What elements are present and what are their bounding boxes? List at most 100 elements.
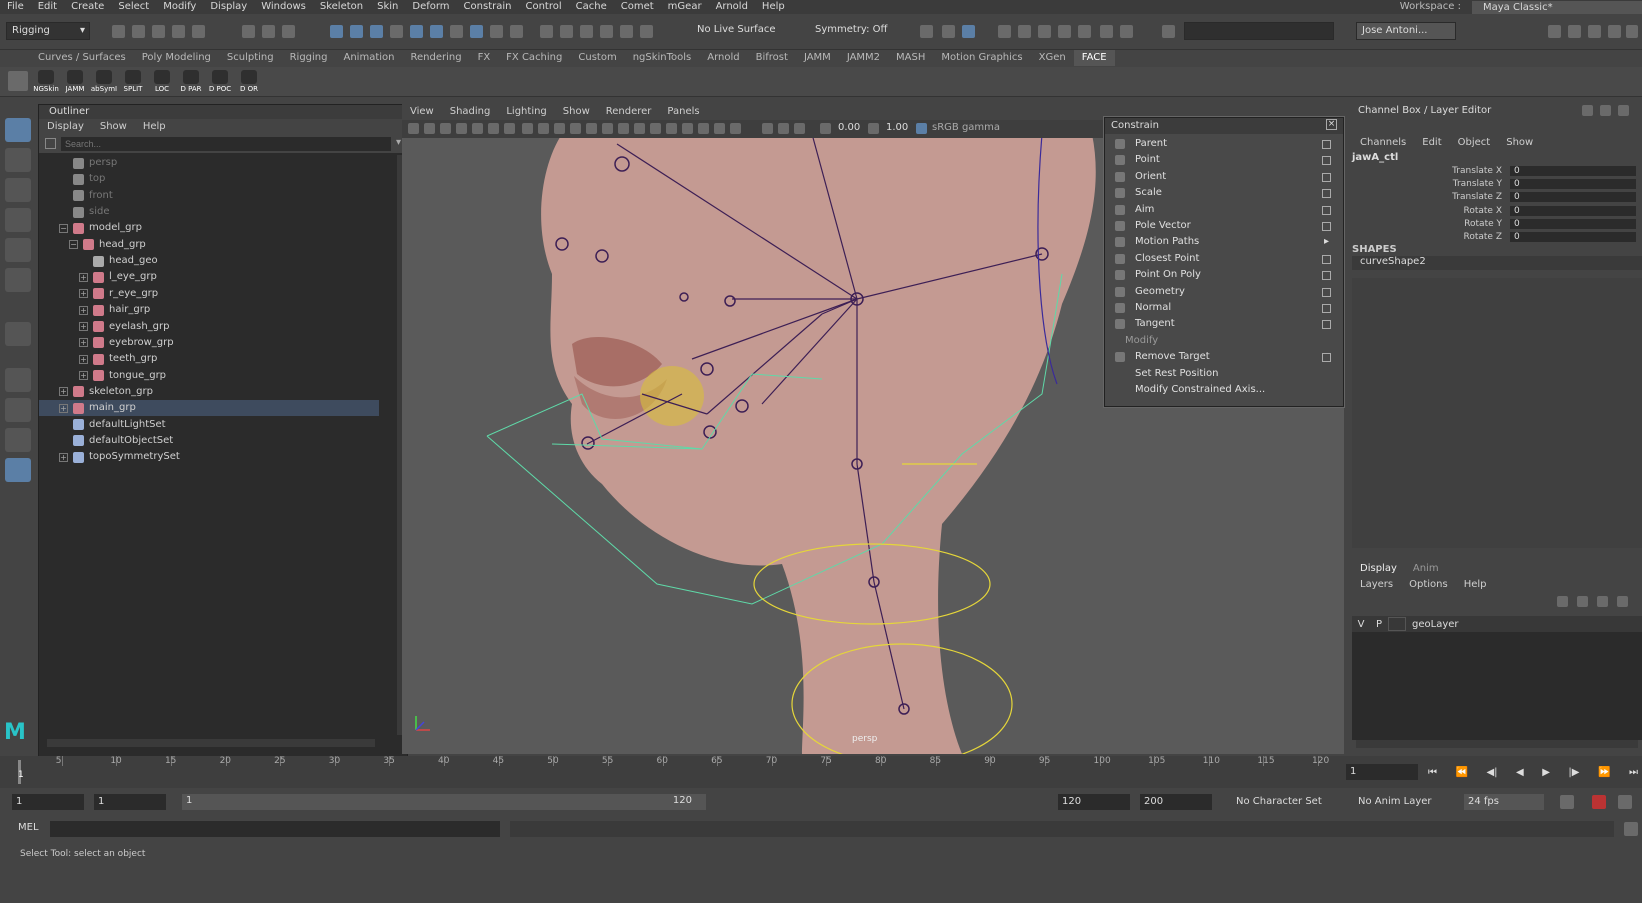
menu-mgear[interactable]: mGear [661,0,709,14]
anim-layer-dropdown[interactable]: No Anim Layer [1358,794,1448,810]
channel-menu-edit[interactable]: Edit [1414,136,1449,150]
expand-icon[interactable]: + [79,322,88,331]
gamma-value[interactable]: 1.00 [886,122,908,133]
channel-row[interactable]: Translate X 0 [1352,166,1642,179]
shelf-tab-rendering[interactable]: Rendering [402,50,469,66]
outliner-item[interactable]: defaultLightSet [39,417,379,433]
shelf-tab-face[interactable]: FACE [1073,50,1115,66]
option-box-icon[interactable] [1322,304,1331,313]
collapse-icon[interactable]: − [69,240,78,250]
constrain-menu-item[interactable]: Set Rest Position [1105,366,1343,382]
constrain-menu-item[interactable]: Point [1105,152,1343,168]
magnet-icon[interactable] [620,25,633,38]
move-layer-up-icon[interactable] [1557,596,1568,607]
tool-settings-toggle-icon[interactable] [1618,105,1629,116]
search-options-icon[interactable]: ▾ [396,137,401,148]
user-account[interactable]: Jose Antoni... [1356,22,1456,40]
constrain-menu-item[interactable]: Point On Poly [1105,267,1343,283]
menu-skeleton[interactable]: Skeleton [313,0,370,14]
single-pane-icon[interactable] [5,368,31,392]
menu-comet[interactable]: Comet [614,0,661,14]
channel-row[interactable]: Rotate X 0 [1352,205,1642,219]
render-setup-icon[interactable] [1038,25,1051,38]
lasso-icon[interactable] [560,25,573,38]
shelf-tab-xgen[interactable]: XGen [1031,50,1074,66]
channel-box-icon[interactable] [1608,25,1621,38]
field-chart-icon[interactable] [794,123,805,134]
ao-icon[interactable] [602,123,613,134]
constrain-menu-item[interactable]: Motion Paths ▸ [1105,234,1343,250]
layer-tab-anim[interactable]: Anim [1405,562,1447,576]
outliner-item[interactable]: + main_grp [39,400,379,417]
new-layer-selected-icon[interactable] [1617,596,1628,607]
shelf-tab-fx[interactable]: FX [470,50,499,66]
snap-grid-icon[interactable] [330,25,343,38]
option-box-icon[interactable] [1322,320,1331,330]
outliner-menu-help[interactable]: Help [135,119,174,135]
step-back-frame-icon[interactable]: ◀| [1486,767,1497,778]
shadows-icon[interactable] [586,123,597,134]
layer-tab-display[interactable]: Display [1352,562,1405,576]
channel-value[interactable]: 0 [1510,205,1636,216]
grid-icon[interactable] [456,123,467,134]
play-forwards-icon[interactable]: ▶ [1542,767,1550,778]
viewport-menu-view[interactable]: View [402,104,442,120]
shelf-tab-rigging[interactable]: Rigging [282,50,336,66]
viewport-menu-lighting[interactable]: Lighting [498,104,554,120]
option-box-icon[interactable] [1322,205,1331,215]
paint-select-tool-icon[interactable] [5,178,31,202]
shelf-tab-poly-modeling[interactable]: Poly Modeling [134,50,219,66]
menu-cache[interactable]: Cache [569,0,614,14]
step-forward-key-icon[interactable]: ⏩ [1598,767,1610,778]
isolate-icon[interactable] [634,123,645,134]
outliner-item[interactable]: side [39,204,379,220]
menu-file[interactable]: File [0,0,31,14]
shelf-tab-custom[interactable]: Custom [570,50,624,66]
rotate-tool-icon[interactable] [5,238,31,262]
option-box-icon[interactable] [1322,353,1331,363]
select-component-icon[interactable] [282,25,295,38]
outliner-item[interactable]: + eyebrow_grp [39,335,379,351]
select-tool-icon[interactable] [5,118,31,142]
expand-icon[interactable]: + [79,354,88,364]
constrain-menu-item[interactable]: Orient [1105,169,1343,185]
gamma-icon[interactable] [868,123,879,134]
option-box-icon[interactable] [1322,172,1331,182]
shelf-tab-arnold[interactable]: Arnold [699,50,747,66]
bookmark-icon[interactable] [424,123,435,134]
menu-display[interactable]: Display [203,0,254,14]
layer-menu-options[interactable]: Options [1401,578,1456,592]
outliner-layout-icon[interactable] [5,458,31,482]
channel-menu-show[interactable]: Show [1498,136,1541,150]
motion-blur-icon[interactable] [714,123,725,134]
xray-joints-icon[interactable] [650,123,661,134]
expand-icon[interactable]: + [79,338,88,348]
constrain-menu-item[interactable]: Scale [1105,185,1343,201]
move-tool-icon[interactable] [5,208,31,232]
layer-menu-layers[interactable]: Layers [1352,578,1401,592]
filter-icon[interactable] [45,138,56,149]
option-box-icon[interactable] [1322,222,1331,231]
shelf-button-loc[interactable]: LOC [148,68,176,96]
constrain-menu-item[interactable]: Remove Target [1105,349,1343,365]
menu-select[interactable]: Select [111,0,156,14]
character-set-dropdown[interactable]: No Character Set [1236,794,1346,810]
new-layer-icon[interactable] [1597,596,1608,607]
channel-row[interactable]: Translate Y 0 [1352,179,1642,192]
shelf-button-split[interactable]: SPLIT [119,68,147,96]
last-tool-icon[interactable] [5,322,31,346]
quick-search-input[interactable] [1184,22,1334,40]
arnold-ipr-icon[interactable] [1100,25,1113,38]
shelf-tab-mash[interactable]: MASH [888,50,933,66]
channel-row[interactable]: Translate Z 0 [1352,192,1642,205]
modeling-toolkit-icon[interactable] [1548,25,1561,38]
channel-value[interactable]: 0 [1510,218,1636,229]
paint-select-icon[interactable] [580,25,593,38]
shape-node[interactable]: curveShape2 [1352,256,1642,270]
constrain-menu-item[interactable]: Geometry [1105,284,1343,300]
shelf-button-jamm[interactable]: JAMM [61,68,89,96]
step-forward-frame-icon[interactable]: |▶ [1568,767,1579,778]
open-scene-icon[interactable] [132,25,145,38]
shelf-tab-bifrost[interactable]: Bifrost [748,50,796,66]
textures-icon[interactable] [554,123,565,134]
